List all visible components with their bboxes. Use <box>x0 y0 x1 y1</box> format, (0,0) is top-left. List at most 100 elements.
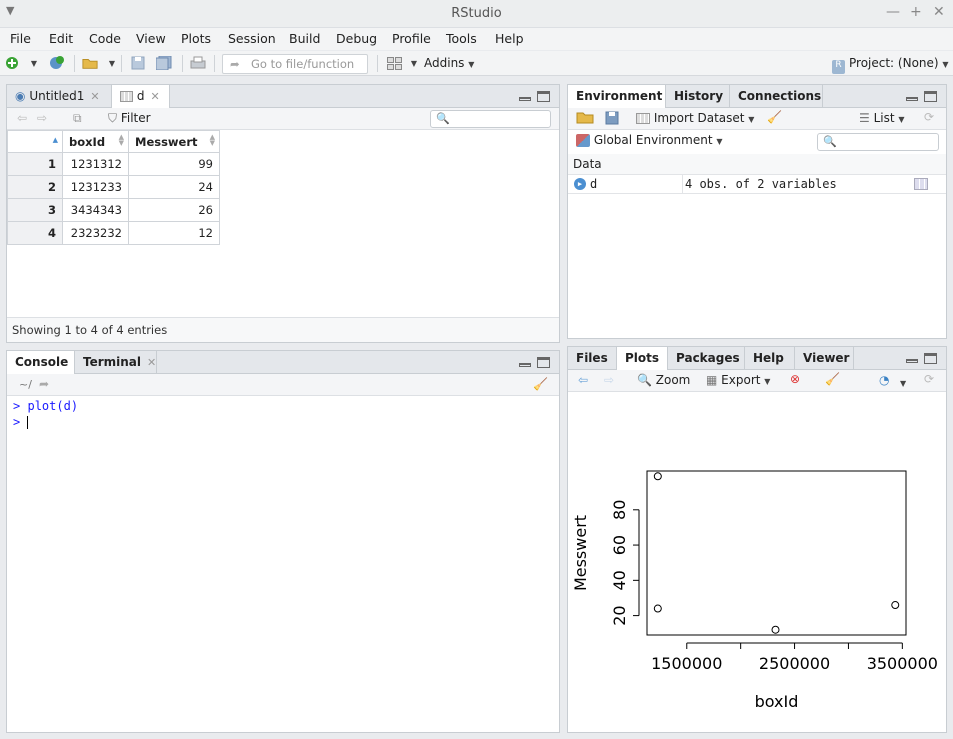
tab-console[interactable]: Console <box>7 351 75 375</box>
pane-layout-dropdown-icon[interactable]: ▼ <box>406 55 422 71</box>
column-header-boxid[interactable]: boxId ▲ ▼ <box>62 130 129 153</box>
plots-tabstrip: Files Plots Packages Help Viewer <box>568 347 946 371</box>
tab-d[interactable]: d ✕ <box>112 85 170 109</box>
console-line: > plot(d) <box>13 399 79 413</box>
cell-messwert: 12 <box>128 221 220 245</box>
maximize-pane-icon[interactable] <box>537 91 550 102</box>
menu-build[interactable]: Build <box>289 31 320 46</box>
save-workspace-icon[interactable] <box>605 111 619 128</box>
plots-pane: Files Plots Packages Help Viewer ⇦ ⇨ 🔍 Z… <box>567 346 947 733</box>
pane-layout-icon[interactable] <box>386 55 402 71</box>
back-icon[interactable]: ⇦ <box>17 111 27 125</box>
view-mode-menu[interactable]: ☰ List ▼ <box>859 111 905 125</box>
row-number-header[interactable]: ▲ <box>7 130 63 153</box>
open-file-icon[interactable] <box>82 55 98 71</box>
environment-scope-selector[interactable]: Global Environment ▼ <box>576 133 723 147</box>
publish-dropdown-icon[interactable]: ▼ <box>900 375 906 389</box>
close-tab-icon[interactable]: ✕ <box>150 90 159 103</box>
tab-terminal[interactable]: Terminal ✕ <box>75 351 157 374</box>
remove-plot-icon[interactable]: ⊗ <box>790 372 800 386</box>
new-file-dropdown-icon[interactable]: ▼ <box>26 55 42 71</box>
tab-packages[interactable]: Packages <box>668 347 745 370</box>
env-object-row[interactable]: ▶ d 4 obs. of 2 variables <box>568 174 946 194</box>
expand-object-icon[interactable]: ▶ <box>574 178 586 190</box>
addins-menu[interactable]: Addins ▼ <box>424 56 474 70</box>
menu-plots[interactable]: Plots <box>181 31 211 46</box>
table-row: 1 1231312 99 <box>7 152 220 176</box>
console-input-line[interactable]: > <box>13 414 559 430</box>
open-file-dropdown-icon[interactable]: ▼ <box>104 55 120 71</box>
console-output[interactable]: > plot(d) > <box>7 396 559 732</box>
goto-dir-icon[interactable]: ➦ <box>39 377 49 391</box>
view-data-icon[interactable] <box>914 178 928 190</box>
zoom-button[interactable]: 🔍 Zoom <box>637 373 690 387</box>
column-header-messwert[interactable]: Messwert ▲ ▼ <box>128 130 220 153</box>
maximize-icon[interactable]: + <box>910 4 922 20</box>
clear-console-icon[interactable]: 🧹 <box>533 377 548 391</box>
import-dataset-button[interactable]: Import Dataset ▼ <box>636 111 754 125</box>
tab-untitled1[interactable]: ◉ Untitled1 ✕ <box>7 85 112 108</box>
environment-icon <box>576 134 590 147</box>
tab-plots[interactable]: Plots <box>617 347 668 371</box>
clear-objects-icon[interactable]: 🧹 <box>767 110 782 124</box>
list-icon: ☰ <box>859 111 870 125</box>
close-icon[interactable]: ✕ <box>933 4 945 20</box>
forward-icon[interactable]: ⇨ <box>37 111 47 125</box>
close-tab-icon[interactable]: ✕ <box>90 90 99 103</box>
minimize-pane-icon[interactable] <box>906 359 918 363</box>
load-workspace-icon[interactable] <box>576 110 594 127</box>
menu-session[interactable]: Session <box>228 31 276 46</box>
minimize-pane-icon[interactable] <box>519 97 531 101</box>
data-viewer-toolbar: ⇦ ⇨ ⧉ ⛉ Filter 🔍 <box>7 108 559 130</box>
menu-profile[interactable]: Profile <box>392 31 431 46</box>
maximize-pane-icon[interactable] <box>924 91 937 102</box>
source-tabstrip: ◉ Untitled1 ✕ d ✕ <box>7 85 559 109</box>
goto-file-input[interactable]: ➦ Go to file/function <box>222 54 368 74</box>
environment-search-input[interactable]: 🔍 <box>817 133 939 151</box>
menu-edit[interactable]: Edit <box>49 31 73 46</box>
minimize-pane-icon[interactable] <box>906 97 918 101</box>
tab-connections[interactable]: Connections <box>730 85 823 108</box>
table-row: 4 2323232 12 <box>7 221 220 245</box>
minimize-pane-icon[interactable] <box>519 363 531 367</box>
x-tick-label: 1500000 <box>651 654 722 673</box>
clear-plots-icon[interactable]: 🧹 <box>825 372 840 386</box>
save-all-icon[interactable] <box>156 55 172 71</box>
new-project-icon[interactable] <box>49 55 65 71</box>
menu-tools[interactable]: Tools <box>446 31 477 46</box>
tab-environment[interactable]: Environment <box>568 85 666 109</box>
tab-files[interactable]: Files <box>568 347 617 370</box>
save-icon[interactable] <box>130 55 146 71</box>
minimize-icon[interactable]: — <box>886 4 900 20</box>
menu-debug[interactable]: Debug <box>336 31 377 46</box>
cell-messwert: 26 <box>128 198 220 222</box>
tab-history[interactable]: History <box>666 85 730 108</box>
object-value: 4 obs. of 2 variables <box>685 177 837 191</box>
tab-help[interactable]: Help <box>745 347 795 370</box>
print-icon[interactable] <box>190 55 206 71</box>
project-menu[interactable]: R Project: (None) ▼ <box>832 56 949 74</box>
close-tab-icon[interactable]: ✕ <box>147 356 156 369</box>
console-path: ~/ <box>19 378 32 391</box>
table-row: 3 3434343 26 <box>7 198 220 222</box>
menu-help[interactable]: Help <box>495 31 524 46</box>
prev-plot-icon[interactable]: ⇦ <box>578 373 588 387</box>
maximize-pane-icon[interactable] <box>537 357 550 368</box>
tab-viewer[interactable]: Viewer <box>795 347 854 370</box>
publish-icon[interactable]: ◔ <box>879 373 889 387</box>
maximize-pane-icon[interactable] <box>924 353 937 364</box>
export-button[interactable]: ▦ Export ▼ <box>706 373 770 387</box>
refresh-icon[interactable]: ⟳ <box>924 110 934 124</box>
menu-view[interactable]: View <box>136 31 166 46</box>
text-cursor <box>27 416 29 429</box>
menu-code[interactable]: Code <box>89 31 121 46</box>
y-tick-label: 60 <box>610 535 629 555</box>
menu-file[interactable]: File <box>10 31 31 46</box>
next-plot-icon[interactable]: ⇨ <box>604 373 614 387</box>
popout-icon[interactable]: ⧉ <box>73 111 82 126</box>
data-search-input[interactable]: 🔍 <box>430 110 551 128</box>
new-file-icon[interactable] <box>4 55 20 71</box>
filter-button[interactable]: ⛉ Filter <box>108 111 151 126</box>
y-tick-label: 20 <box>610 605 629 625</box>
refresh-icon[interactable]: ⟳ <box>924 372 934 386</box>
